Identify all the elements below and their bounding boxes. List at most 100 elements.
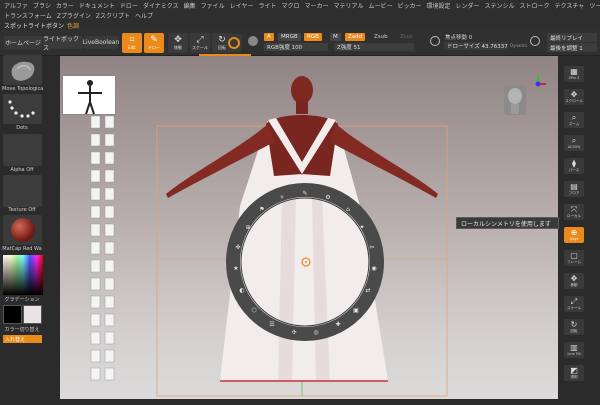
tab-homepage[interactable]: ホームページ [4,36,42,49]
menu-item-17[interactable]: ステンシル [485,1,515,10]
tab-lightbox[interactable]: ライトボックス [43,36,83,52]
menu2-item-2[interactable]: Zスクリプト [96,11,130,20]
texture-selector[interactable] [3,175,42,207]
focal-shift-icon[interactable] [430,36,440,46]
rgb-toggle[interactable]: RGB [304,33,322,41]
axis-gizmo [535,76,546,87]
rgb-intensity-slider[interactable]: RGB強度 100 [264,43,328,51]
menu-item-19[interactable]: テクスチャ [555,1,585,10]
main-color-swatch[interactable] [3,305,22,324]
draw-size-slider[interactable]: ドローサイズ 43.76337 [444,42,508,50]
stroke-selector[interactable] [3,94,42,124]
menu-item-6[interactable]: 編集 [184,1,196,10]
edit-mode-button[interactable]: ⌗ Edit [122,33,142,53]
menu-item-10[interactable]: マクロ [281,1,299,10]
menu-item-11[interactable]: マーカー [304,1,328,10]
gyro-icon[interactable] [248,36,258,46]
spotlight-value[interactable]: 色調 [67,21,79,30]
transp-icon: ◩ [570,365,578,375]
mrgb-toggle[interactable]: MRGB [278,33,301,41]
subtool-list[interactable] [88,115,120,396]
color-picker[interactable] [3,255,43,295]
switch-color-label[interactable]: カラー切り替え [2,326,42,333]
right-button-label: 移動 [570,282,578,287]
right-button-transp[interactable]: ◩ 透明 [564,365,584,381]
secondary-menu-bar: トランスフォーム Zプラグイン Zスクリプト ヘルプ [0,10,600,20]
right-button-label: SPix 3 [568,76,580,80]
z-intensity-slider[interactable]: Z強度 51 [334,43,414,51]
right-button-label: ローカル [567,213,581,218]
menu-item-7[interactable]: ファイル [201,1,225,10]
sculptris-icon[interactable] [530,36,540,46]
right-button-scroll[interactable]: ✥ スクロール [564,89,584,105]
dots-stroke-icon [8,100,35,118]
adjust-last-slider[interactable]: 最後を調整 1 [547,43,597,52]
secondary-color-swatch[interactable] [23,305,42,324]
svg-text:✜: ✜ [235,244,240,251]
right-button-label: パース [568,167,580,172]
bottom-bar [60,399,558,405]
right-button-floor[interactable]: ▤ フロア [564,181,584,197]
material-sphere-button[interactable] [226,34,242,52]
brush-selector[interactable] [3,55,42,85]
move-icon: ✥ [174,34,182,45]
stroke-name: Dots [16,125,28,131]
menu-item-12[interactable]: マテリアル [334,1,364,10]
svg-text:✚: ✚ [335,321,340,328]
menu-item-0[interactable]: アルファ [4,1,28,10]
svg-text:◎: ◎ [313,329,318,336]
right-button-spix[interactable]: ▦ SPix 3 [564,66,584,82]
alpha-selector[interactable] [3,134,42,166]
right-button-label: 回転 [570,328,578,333]
right-button-xyz[interactable]: ⊕ Qxyz [564,227,584,243]
brush-preview-icon [11,61,35,81]
right-button-frame[interactable]: ▢ フレーム [564,250,584,266]
menu-item-9[interactable]: ライト [258,1,276,10]
menu2-item-0[interactable]: トランスフォーム [4,11,52,20]
menu-item-8[interactable]: レイヤー [230,1,254,10]
right-button-label: Qxyz [569,237,579,241]
right-button-linefill[interactable]: ▥ Line Fill [564,342,584,358]
menu-item-2[interactable]: カラー [56,1,74,10]
right-button-scale[interactable]: ⤢ スケール [564,296,584,312]
m-toggle[interactable]: M [330,33,341,41]
svg-text:⚙: ⚙ [325,194,330,201]
menu-item-16[interactable]: レンダー [456,1,480,10]
draw-mode-button[interactable]: ✎ ドロー [144,33,164,53]
svg-text:▣: ▣ [353,307,359,314]
menu-item-1[interactable]: ブラシ [33,1,51,10]
right-button-move[interactable]: ✥ 移動 [564,273,584,289]
zcut-toggle[interactable]: Zcut [400,34,412,40]
right-button-rotate[interactable]: ↻ 回転 [564,319,584,335]
right-button-local[interactable]: ⤧ ローカル [564,204,584,220]
material-selector[interactable] [3,215,42,245]
model-thumbnail[interactable] [62,75,116,115]
scale-mode-button[interactable]: ⤢ スケール [190,33,210,53]
menu2-item-3[interactable]: ヘルプ [135,11,153,20]
navigation-cube[interactable] [504,85,526,115]
menu-item-18[interactable]: ストローク [520,1,550,10]
menu-item-14[interactable]: ピッカー [397,1,421,10]
menu-item-15[interactable]: 環境設定 [426,1,450,10]
zadd-toggle[interactable]: Zadd [345,33,366,41]
menu-item-20[interactable]: ツール [589,1,600,10]
right-button-zoom-ac[interactable]: ⌕ AC50% [564,135,584,151]
last-replay-button[interactable]: 最終リプレイ [547,33,597,42]
zsub-toggle[interactable]: Zsub [374,34,388,40]
right-button-zoom[interactable]: ⌕ ズーム [564,112,584,128]
menu2-item-1[interactable]: Zプラグイン [57,11,91,20]
tab-liveboolean[interactable]: LiveBoolean [83,36,119,49]
move-mode-button[interactable]: ✥ 移動 [168,33,188,53]
menu-item-13[interactable]: ムービー [368,1,392,10]
menu-item-5[interactable]: ダイナミクス [143,1,179,10]
neck [296,100,308,114]
a-toggle[interactable]: A [264,33,274,41]
menu-item-3[interactable]: ドキュメント [79,1,115,10]
swap-color-button[interactable]: 入れ替え [3,335,42,343]
spotlight-label[interactable]: スポットライトボタン [4,21,64,30]
menu-item-4[interactable]: ドロー [120,1,138,10]
dynamic-toggle[interactable]: Dynamic [510,43,528,48]
focal-shift-slider[interactable]: 焦点移動 0 [445,33,472,41]
spix-icon: ▦ [570,67,578,76]
right-button-perspective[interactable]: ⧫ パース [564,158,584,174]
